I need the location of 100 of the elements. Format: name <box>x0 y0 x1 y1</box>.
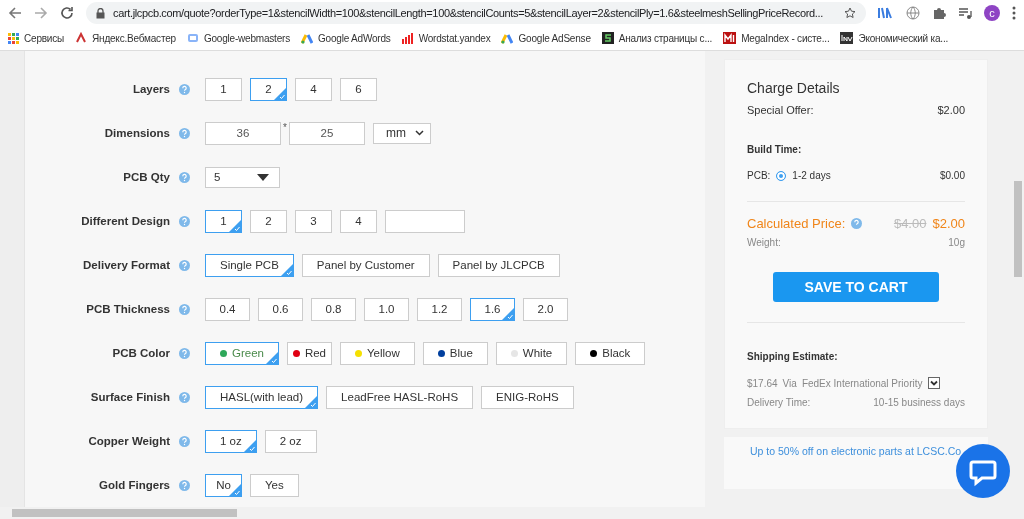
old-price: $4.00 <box>893 216 927 231</box>
option-button[interactable]: Black <box>575 341 646 365</box>
extension-icon[interactable] <box>878 7 894 19</box>
menu-icon[interactable] <box>1012 6 1016 20</box>
pcb-label: PCB: <box>747 170 771 181</box>
field-label: Dimensions <box>103 127 170 139</box>
bookmark[interactable]: Google AdWords <box>318 32 391 44</box>
forward-icon[interactable] <box>34 6 48 20</box>
bookmark[interactable]: Wordstat.yandex <box>418 32 491 44</box>
square-logo-icon[interactable] <box>723 32 737 44</box>
option-button[interactable]: Blue <box>422 341 488 365</box>
option-button[interactable]: Panel by JLCPCB <box>437 253 560 277</box>
option-button[interactable]: 1 oz <box>205 429 257 453</box>
check-corner-icon <box>502 307 514 320</box>
help-icon[interactable] <box>179 347 190 359</box>
back-icon[interactable] <box>8 6 22 20</box>
option-button[interactable]: 0.4 <box>205 297 250 321</box>
option-button[interactable]: No <box>205 473 242 497</box>
help-icon[interactable] <box>179 127 190 139</box>
globe-icon[interactable] <box>906 6 920 20</box>
help-icon[interactable] <box>179 435 190 447</box>
help-icon[interactable] <box>179 479 190 491</box>
option-button[interactable]: 2.0 <box>523 297 568 321</box>
help-icon[interactable] <box>179 303 190 315</box>
option-button[interactable]: 1.0 <box>364 297 409 321</box>
bookmark[interactable]: Яндекс.Вебмастер <box>92 32 176 44</box>
delivery-time: 10-15 business days <box>873 397 965 408</box>
option-button[interactable]: 4 <box>340 209 377 233</box>
bookmark[interactable]: Экономический ка... <box>858 32 949 44</box>
offer-price: $2.00 <box>937 104 965 116</box>
option-button[interactable]: White <box>495 341 568 365</box>
address-bar[interactable]: cart.jlcpcb.com/quote?orderType=1&stencilWidth=100&stencilLength=100&stencilCounts=5&stencilLayer=2&stencilPly=1.6&steelmeshSellingPriceRecord... <box>86 2 866 24</box>
option-button[interactable]: Green <box>205 341 279 365</box>
profile-avatar[interactable]: c <box>984 5 1000 21</box>
build-price: $0.00 <box>939 170 965 181</box>
bookmark-star-icon[interactable] <box>844 7 856 19</box>
apps-grid-icon[interactable] <box>8 32 19 44</box>
triangle-logo-icon[interactable] <box>301 32 313 44</box>
field-label: Layers <box>131 83 170 95</box>
check-corner-icon <box>229 219 241 232</box>
option-button[interactable]: 1.6 <box>470 297 515 321</box>
option-button[interactable]: 2 <box>250 77 287 101</box>
length-input[interactable]: 25 <box>288 121 365 145</box>
option-button[interactable]: Panel by Customer <box>301 253 430 277</box>
radio-button[interactable] <box>776 170 787 181</box>
option-button[interactable]: Yellow <box>339 341 415 365</box>
option-button[interactable]: Single PCB <box>205 253 294 277</box>
option-button[interactable]: 1 <box>205 209 242 233</box>
delivery-label: Delivery Time: <box>747 397 811 408</box>
option-button[interactable]: 0.6 <box>258 297 303 321</box>
bookmark[interactable]: Анализ страницы с... <box>618 32 713 44</box>
check-corner-icon <box>229 483 241 496</box>
quantity-dropdown[interactable]: 5 <box>205 166 280 188</box>
check-corner-icon <box>274 87 286 100</box>
help-icon[interactable] <box>179 171 190 183</box>
bookmark[interactable]: MegaIndex - систе... <box>741 32 830 44</box>
width-input[interactable]: 36 <box>205 121 281 145</box>
check-corner-icon <box>243 439 256 452</box>
option-button[interactable]: 2 <box>250 209 287 233</box>
help-icon[interactable] <box>179 391 190 403</box>
check-corner-icon <box>305 395 318 408</box>
help-icon[interactable] <box>179 259 190 271</box>
option-button[interactable]: HASL(with lead) <box>205 385 319 409</box>
bookmark[interactable]: Google AdSense <box>518 32 591 44</box>
square-logo-icon[interactable] <box>601 32 614 44</box>
option-button[interactable]: 1.2 <box>417 297 462 321</box>
quantity-input[interactable] <box>385 209 465 233</box>
total-price: $2.00 <box>932 216 965 231</box>
monitor-icon[interactable] <box>186 32 199 44</box>
bookmark[interactable]: Google-webmasters <box>203 32 290 44</box>
option-button[interactable]: 0.8 <box>311 297 356 321</box>
option-button[interactable]: 2 oz <box>264 429 317 453</box>
field-label: PCB Thickness <box>85 303 170 315</box>
option-button[interactable]: 6 <box>340 77 377 101</box>
help-icon[interactable] <box>851 218 863 229</box>
option-button[interactable]: Red <box>286 341 332 365</box>
help-icon[interactable] <box>179 83 190 95</box>
option-button[interactable]: LeadFree HASL-RoHS <box>326 385 474 409</box>
help-icon[interactable] <box>179 215 190 227</box>
option-button[interactable]: 1 <box>205 77 242 101</box>
via-text: Via <box>782 377 797 389</box>
weight-value: 10g <box>948 237 965 248</box>
shipping-cost: $17.64 <box>747 377 778 389</box>
option-button[interactable]: 3 <box>295 209 332 233</box>
field-label: Delivery Format <box>82 259 170 271</box>
option-button[interactable]: ENIG-RoHS <box>481 385 574 409</box>
unit-dropdown[interactable]: mm <box>372 122 431 144</box>
caret-logo-icon[interactable] <box>75 32 88 44</box>
offer-label: Special Offer: <box>747 104 814 116</box>
option-button[interactable]: Yes <box>250 473 299 497</box>
dropdown-icon[interactable] <box>927 377 940 389</box>
bar-chart-icon[interactable] <box>401 32 414 44</box>
reload-icon[interactable] <box>60 6 74 20</box>
puzzle-icon[interactable] <box>932 6 946 20</box>
field-label: PCB Qty <box>122 171 170 183</box>
square-logo-icon[interactable] <box>840 32 854 44</box>
playlist-icon[interactable] <box>958 6 972 20</box>
option-button[interactable]: 4 <box>295 77 332 101</box>
bookmark[interactable]: Сервисы <box>24 32 65 44</box>
triangle-logo-icon[interactable] <box>501 32 514 44</box>
